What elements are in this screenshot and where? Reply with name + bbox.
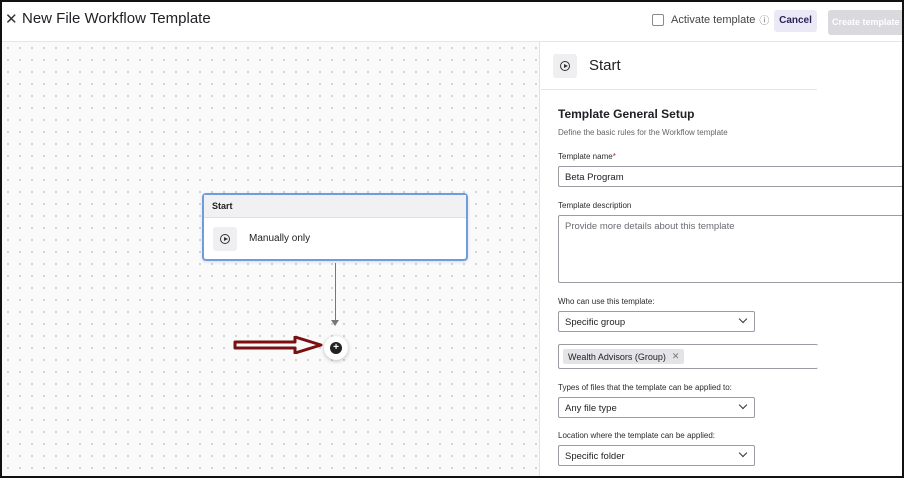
start-node-body: Manually only bbox=[204, 218, 466, 261]
properties-panel: Start Template General Setup Define the … bbox=[541, 42, 902, 476]
template-name-input[interactable]: Beta Program bbox=[558, 166, 902, 187]
panel-title: Start bbox=[589, 57, 621, 74]
app-window: ✕ New File Workflow Template Activate te… bbox=[0, 0, 904, 478]
plus-circle-icon: + bbox=[330, 342, 342, 354]
file-types-label: Types of files that the template can be … bbox=[558, 383, 732, 392]
remove-tag-icon[interactable]: ✕ bbox=[672, 351, 680, 362]
who-can-use-value: Specific group bbox=[565, 317, 626, 328]
create-template-button[interactable]: Create template bbox=[828, 10, 902, 35]
page-title: New File Workflow Template bbox=[22, 10, 211, 27]
start-node[interactable]: Start Manually only bbox=[202, 193, 468, 261]
location-select[interactable]: Specific folder bbox=[558, 445, 755, 466]
play-circle-icon bbox=[553, 54, 577, 78]
location-label: Location where the template can be appli… bbox=[558, 431, 715, 440]
start-node-header: Start bbox=[204, 195, 466, 218]
panel-header: Start bbox=[541, 42, 817, 90]
start-node-trigger-label: Manually only bbox=[249, 233, 311, 244]
group-tag-label: Wealth Advisors (Group) bbox=[568, 351, 666, 362]
group-tag: Wealth Advisors (Group) ✕ bbox=[563, 349, 685, 364]
required-mark: * bbox=[612, 152, 616, 161]
info-icon[interactable]: ⓘ bbox=[759, 12, 769, 27]
file-types-value: Any file type bbox=[565, 403, 617, 414]
who-can-use-select[interactable]: Specific group bbox=[558, 311, 755, 332]
connector-arrow-icon bbox=[331, 320, 339, 326]
section-subtitle: Define the basic rules for the Workflow … bbox=[558, 128, 728, 137]
connector-line bbox=[335, 263, 336, 325]
workflow-canvas[interactable]: Start Manually only + bbox=[2, 42, 540, 476]
activate-checkbox[interactable] bbox=[652, 13, 664, 26]
close-icon[interactable]: ✕ bbox=[5, 9, 19, 31]
section-title: Template General Setup bbox=[558, 107, 695, 121]
chevron-down-icon bbox=[738, 314, 748, 324]
chevron-down-icon bbox=[738, 400, 748, 410]
location-value: Specific folder bbox=[565, 451, 625, 462]
red-arrow-icon bbox=[233, 336, 323, 354]
play-circle-icon bbox=[213, 227, 237, 251]
who-can-use-label: Who can use this template: bbox=[558, 297, 655, 306]
cancel-button[interactable]: Cancel bbox=[774, 10, 817, 32]
file-types-select[interactable]: Any file type bbox=[558, 397, 755, 418]
activate-label: Activate template bbox=[671, 13, 756, 26]
template-description-input[interactable]: Provide more details about this template bbox=[558, 215, 902, 283]
add-step-button[interactable]: + bbox=[324, 336, 348, 360]
template-name-label: Template name* bbox=[558, 152, 616, 161]
template-description-label: Template description bbox=[558, 201, 632, 210]
header-bar: ✕ New File Workflow Template Activate te… bbox=[2, 2, 902, 42]
activate-template-toggle: Activate template ⓘ bbox=[652, 12, 769, 27]
chevron-down-icon bbox=[738, 448, 748, 458]
group-picker[interactable]: Wealth Advisors (Group) ✕ bbox=[558, 344, 818, 369]
